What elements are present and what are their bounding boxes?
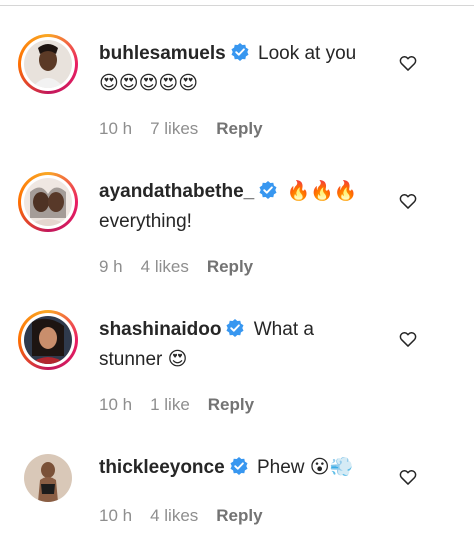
comment-time: 10 h [99, 119, 133, 138]
verified-badge-icon [258, 180, 278, 208]
avatar [24, 178, 72, 226]
comment-text: Phew [256, 457, 305, 478]
heart-outline-icon[interactable] [398, 329, 418, 349]
comment-likes[interactable]: 7 likes [150, 119, 198, 139]
comment-likes[interactable]: 4 likes [141, 257, 189, 277]
avatar-story-ring[interactable] [18, 34, 78, 94]
comment-time: 10 h [99, 395, 133, 414]
reply-button[interactable]: Reply [216, 506, 262, 526]
comment-body: ayandathabethe_ 🔥🔥🔥 everything! [99, 178, 389, 235]
comment-username[interactable]: buhlesamuels [99, 43, 226, 64]
comment-time: 10 h [99, 506, 133, 525]
verified-badge-icon [225, 318, 245, 346]
comment-meta: 10 h 1 like Reply [99, 395, 272, 415]
avatar-container[interactable] [18, 448, 78, 508]
comment-meta: 10 h 7 likes Reply [99, 119, 281, 139]
comment-emoji: 😍😍😍😍😍 [99, 72, 199, 94]
comment-meta: 10 h 4 likes Reply [99, 506, 281, 526]
comment-likes[interactable]: 1 like [150, 395, 190, 415]
comment-emoji: 😍 [167, 348, 188, 370]
heart-outline-icon[interactable] [398, 53, 418, 73]
reply-button[interactable]: Reply [207, 257, 253, 277]
top-divider [0, 0, 474, 6]
heart-outline-icon[interactable] [398, 467, 418, 487]
avatar-story-ring[interactable] [18, 310, 78, 370]
comment-body: buhlesamuels Look at you 😍😍😍😍😍 [99, 40, 389, 97]
comment-emoji: 😮💨 [309, 456, 354, 478]
comment-likes[interactable]: 4 likes [150, 506, 198, 526]
avatar [24, 316, 72, 364]
reply-button[interactable]: Reply [216, 119, 262, 139]
comment-text: Look at you [258, 43, 357, 64]
heart-outline-icon[interactable] [398, 191, 418, 211]
comment-body: shashinaidoo What a stunner 😍 [99, 316, 389, 373]
comment-emoji: 🔥🔥🔥 [286, 180, 358, 202]
comment-text: stunner [99, 349, 163, 370]
comment-text: everything! [99, 211, 192, 232]
avatar [24, 454, 72, 502]
verified-badge-icon [230, 42, 250, 70]
reply-button[interactable]: Reply [208, 395, 254, 415]
comment-time: 9 h [99, 257, 123, 276]
comment-meta: 9 h 4 likes Reply [99, 257, 271, 277]
comment-username[interactable]: thickleeyonce [99, 457, 225, 478]
comment-username[interactable]: shashinaidoo [99, 319, 221, 340]
verified-badge-icon [229, 456, 249, 484]
avatar [24, 40, 72, 88]
comment-text: What a [253, 319, 314, 340]
comment-body: thickleeyonce Phew 😮💨 [99, 454, 389, 484]
avatar-story-ring[interactable] [18, 172, 78, 232]
comment-username[interactable]: ayandathabethe_ [99, 181, 254, 202]
